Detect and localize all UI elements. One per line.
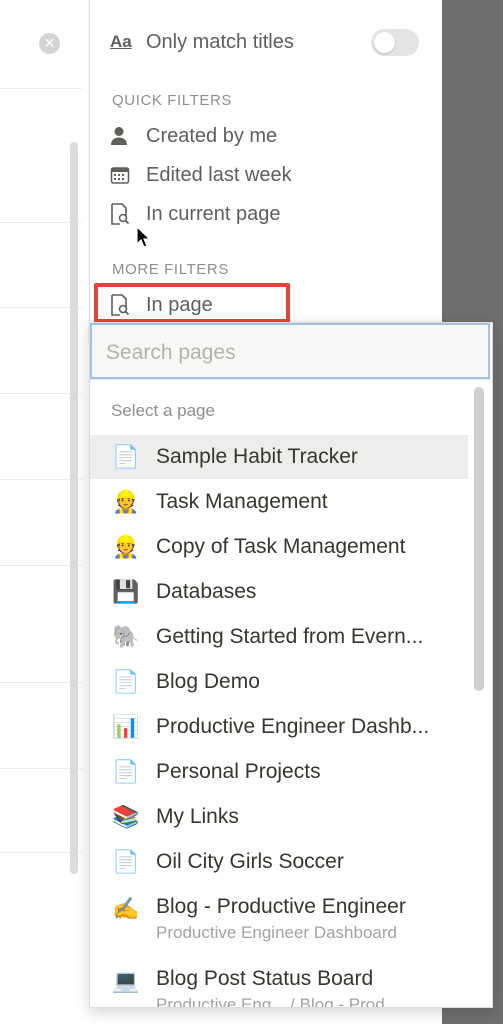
page-title: Copy of Task Management xyxy=(156,535,406,558)
page-title: Oil City Girls Soccer xyxy=(156,850,344,873)
page-title: Blog Post Status Board xyxy=(156,967,374,990)
select-a-page-label: Select a page xyxy=(111,401,215,420)
only-match-titles-toggle[interactable] xyxy=(371,29,419,56)
page-title: Databases xyxy=(156,580,257,603)
calendar-icon xyxy=(110,163,136,187)
filter-created-by-me[interactable]: Created by me xyxy=(110,121,277,151)
background-scrollbar[interactable] xyxy=(70,142,78,874)
search-pages-box[interactable] xyxy=(90,323,490,379)
page-title: Getting Started from Evern... xyxy=(156,625,424,648)
page-item[interactable]: 📄 Personal Projects xyxy=(90,750,468,794)
page-item[interactable]: 💾 Databases xyxy=(90,570,468,614)
close-icon: ✕ xyxy=(43,35,56,51)
page-title: Sample Habit Tracker xyxy=(156,445,358,468)
page-breadcrumb: Productive Eng... / Blog - Prod... xyxy=(156,995,399,1008)
page-title: Blog - Productive Engineer xyxy=(156,895,406,918)
person-icon xyxy=(110,124,136,148)
page-picker-dropdown: Select a page 📄 Sample Habit Tracker 👷 T… xyxy=(89,322,493,1008)
page-title: My Links xyxy=(156,805,239,828)
page-item[interactable]: 💻 Blog Post Status Board Productive Eng.… xyxy=(90,957,468,1008)
only-match-titles-option[interactable]: Aa Only match titles xyxy=(110,27,294,57)
only-match-titles-label: Only match titles xyxy=(146,30,294,53)
divider xyxy=(90,379,490,380)
books-icon: 📚 xyxy=(112,804,140,829)
mouse-cursor-icon xyxy=(136,226,150,248)
laptop-icon: 💻 xyxy=(112,968,140,993)
page-item[interactable]: 📄 Oil City Girls Soccer xyxy=(90,840,468,884)
page-item[interactable]: 👷 Task Management xyxy=(90,480,468,524)
divider xyxy=(0,88,82,89)
worker-emoji-icon: 👷 xyxy=(112,534,140,559)
toggle-knob xyxy=(374,32,395,53)
page-search-icon xyxy=(110,202,136,226)
document-icon: 📄 xyxy=(112,669,140,694)
filter-edited-last-week[interactable]: Edited last week xyxy=(110,160,292,190)
elephant-icon: 🐘 xyxy=(112,624,140,649)
filter-in-current-page[interactable]: In current page xyxy=(110,199,281,229)
page-item[interactable]: 👷 Copy of Task Management xyxy=(90,525,468,569)
page-item[interactable]: ✍ Blog - Productive Engineer Productive … xyxy=(90,885,468,943)
more-filters-heading: MORE FILTERS xyxy=(112,261,229,278)
page-item[interactable]: 📚 My Links xyxy=(90,795,468,839)
page-item[interactable]: 📊 Productive Engineer Dashb... xyxy=(90,705,468,749)
annotation-highlight-box xyxy=(94,283,290,323)
filter-label: In current page xyxy=(146,202,281,225)
search-filter-panel: Aa Only match titles QUICK FILTERS Creat… xyxy=(89,0,442,340)
writing-hand-icon: ✍ xyxy=(112,896,140,921)
bar-chart-icon: 📊 xyxy=(112,714,140,739)
page-item[interactable]: 📄 Sample Habit Tracker xyxy=(90,435,468,479)
document-icon: 📄 xyxy=(112,849,140,874)
floppy-disk-icon: 💾 xyxy=(112,579,140,604)
page-title: Personal Projects xyxy=(156,760,321,783)
filter-label: Created by me xyxy=(146,124,278,147)
document-icon: 📄 xyxy=(112,444,140,469)
quick-filters-heading: QUICK FILTERS xyxy=(112,92,233,109)
page-breadcrumb: Productive Engineer Dashboard xyxy=(156,923,397,942)
filter-label: Edited last week xyxy=(146,163,292,186)
page-item[interactable]: 🐘 Getting Started from Evern... xyxy=(90,615,468,659)
page-title: Productive Engineer Dashb... xyxy=(156,715,430,738)
document-icon: 📄 xyxy=(112,759,140,784)
worker-emoji-icon: 👷 xyxy=(112,489,140,514)
text-format-icon: Aa xyxy=(110,32,132,51)
clear-search-button[interactable]: ✕ xyxy=(39,33,60,54)
page-title: Task Management xyxy=(156,490,328,513)
picker-scrollbar[interactable] xyxy=(474,387,484,691)
background-page: ✕ xyxy=(0,0,92,1024)
page-title: Blog Demo xyxy=(156,670,260,693)
search-pages-input[interactable] xyxy=(104,335,478,371)
page-item[interactable]: 📄 Blog Demo xyxy=(90,660,468,704)
